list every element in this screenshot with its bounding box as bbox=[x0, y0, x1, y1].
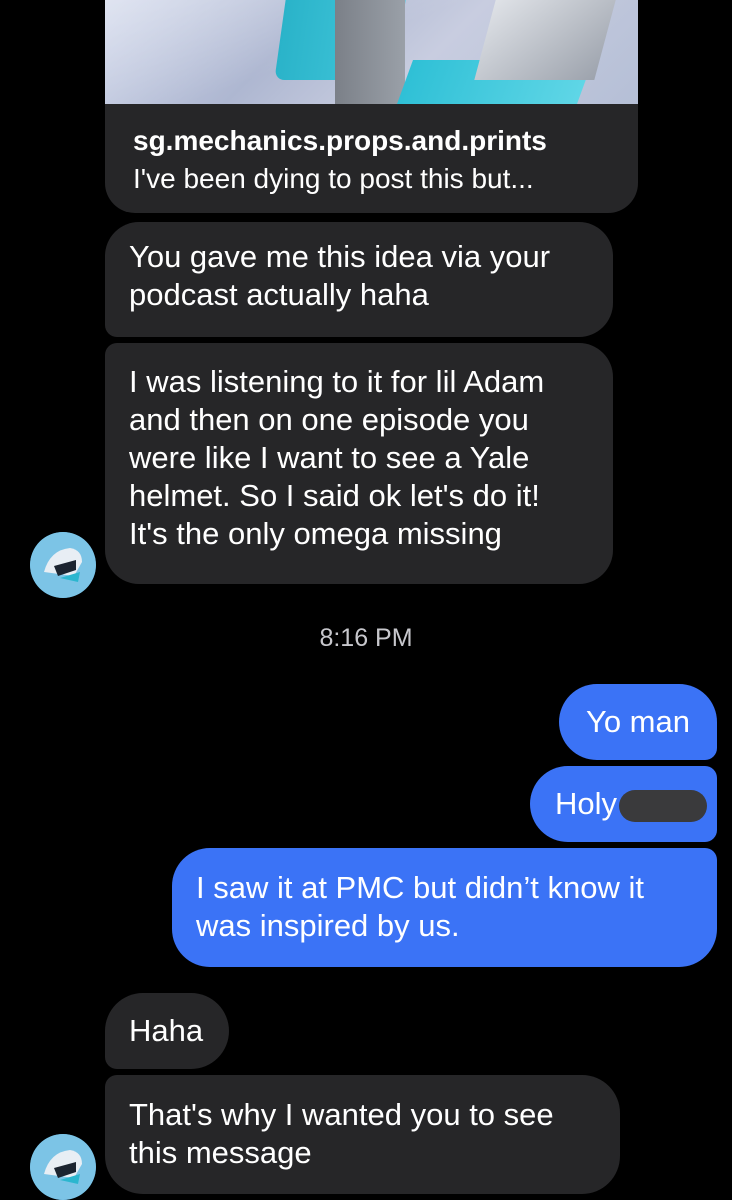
shared-post-handle[interactable]: sg.mechanics.props.and.prints bbox=[133, 124, 547, 158]
message-text: You gave me this idea via your podcast a… bbox=[129, 239, 551, 312]
message-bubble-outgoing[interactable]: I saw it at PMC but didn’t know it was i… bbox=[172, 848, 717, 967]
message-text: I saw it at PMC but didn’t know it was i… bbox=[196, 870, 644, 943]
redacted-text bbox=[619, 789, 708, 822]
message-text: That's why I wanted you to see this mess… bbox=[129, 1097, 554, 1170]
message-text: Yo man bbox=[586, 704, 690, 739]
message-text: Haha bbox=[129, 1013, 204, 1048]
message-bubble-outgoing[interactable]: Yo man bbox=[559, 684, 717, 760]
message-bubble-outgoing[interactable]: Holy bbox=[530, 766, 717, 842]
shared-post-image[interactable] bbox=[105, 0, 638, 104]
message-bubble-incoming[interactable]: I was listening to it for lil Adam and t… bbox=[105, 343, 613, 584]
avatar-icon[interactable] bbox=[30, 1134, 96, 1200]
shared-post-caption: I've been dying to post this but... bbox=[133, 163, 534, 194]
message-timestamp: 8:16 PM bbox=[319, 624, 413, 652]
message-bubble-incoming[interactable]: Haha bbox=[105, 993, 229, 1069]
shared-post-card[interactable]: sg.mechanics.props.and.prints I've been … bbox=[105, 0, 638, 213]
avatar-icon[interactable] bbox=[30, 532, 96, 598]
message-text: Holy bbox=[555, 786, 618, 821]
message-bubble-incoming[interactable]: You gave me this idea via your podcast a… bbox=[105, 222, 613, 337]
message-text: I was listening to it for lil Adam and t… bbox=[129, 364, 545, 551]
message-bubble-incoming[interactable]: That's why I wanted you to see this mess… bbox=[105, 1075, 620, 1194]
